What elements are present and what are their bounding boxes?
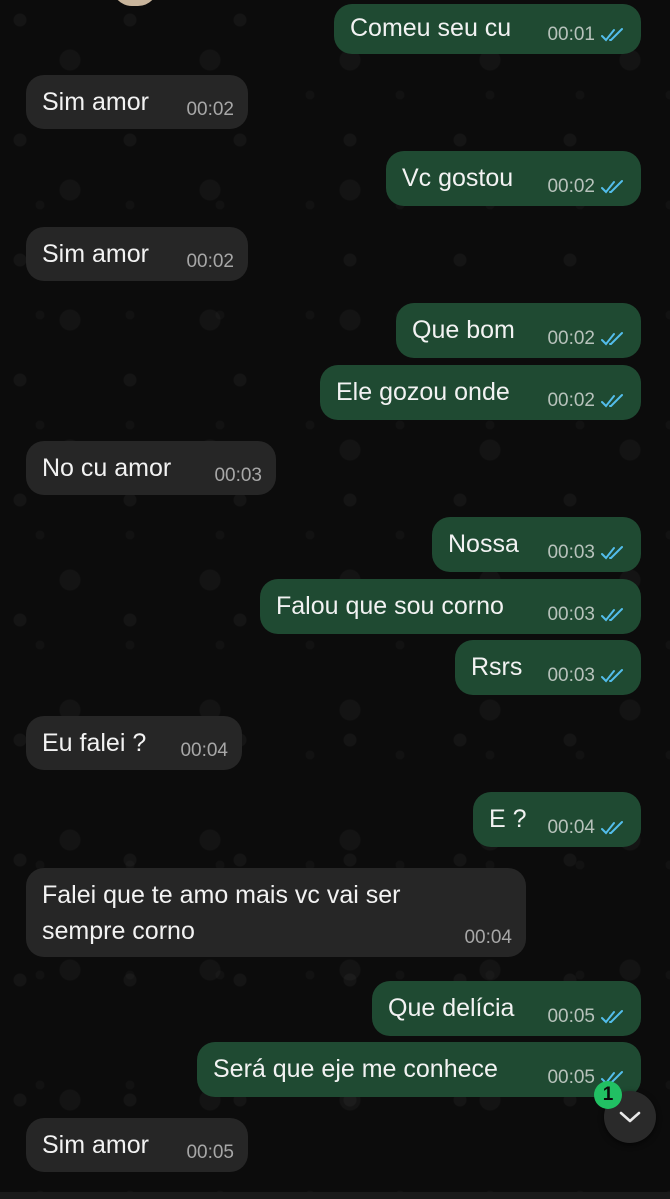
chat-background: Comeu seu cu 00:01 Sim amor 00:02 Vc gos…	[0, 0, 670, 1199]
read-ticks-icon	[601, 669, 623, 683]
message-bubble-outgoing[interactable]: Será que eje me conhece 00:05	[197, 1042, 641, 1097]
read-ticks-icon	[601, 608, 623, 622]
message-time: 00:04	[464, 927, 512, 948]
message-time: 00:05	[547, 1067, 595, 1088]
message-text: Ele gozou onde	[336, 378, 510, 406]
message-time: 00:04	[180, 740, 228, 761]
read-ticks-icon	[601, 394, 623, 408]
message-meta: 00:03	[214, 465, 262, 487]
message-text: Sim amor	[42, 1131, 149, 1159]
message-meta: 00:04	[547, 817, 627, 839]
message-bubble-incoming[interactable]: Sim amor 00:02	[26, 227, 248, 281]
message-bubble-outgoing[interactable]: Que delícia 00:05	[372, 981, 641, 1036]
message-time: 00:04	[547, 817, 595, 838]
message-bubble-outgoing[interactable]: Nossa 00:03	[432, 517, 641, 572]
message-text: No cu amor	[42, 454, 172, 482]
message-text: Falei que te amo mais vc vai ser sempre …	[42, 881, 401, 945]
message-text: Falou que sou corno	[276, 592, 504, 620]
message-bubble-outgoing[interactable]: Rsrs 00:03	[455, 640, 641, 695]
message-text: Nossa	[448, 530, 519, 558]
message-meta: 00:02	[186, 251, 234, 273]
message-meta: 00:04	[464, 927, 512, 949]
message-time: 00:03	[547, 542, 595, 563]
message-time: 00:05	[186, 1142, 234, 1163]
message-time: 00:02	[186, 99, 234, 120]
message-meta: 00:02	[547, 390, 627, 412]
chevron-down-icon	[619, 1111, 641, 1123]
message-text: Eu falei ?	[42, 729, 147, 757]
read-ticks-icon	[601, 28, 623, 42]
message-bubble-incoming[interactable]: No cu amor 00:03	[26, 441, 276, 495]
message-meta: 00:03	[547, 604, 627, 626]
message-text: Que bom	[412, 316, 515, 344]
read-ticks-icon	[601, 1010, 623, 1024]
message-time: 00:03	[547, 604, 595, 625]
message-meta: 00:02	[547, 328, 627, 350]
message-meta: 00:03	[547, 665, 627, 687]
message-time: 00:02	[186, 251, 234, 272]
message-time: 00:03	[547, 665, 595, 686]
message-meta: 00:04	[180, 740, 228, 762]
message-bubble-incoming[interactable]: Falei que te amo mais vc vai ser sempre …	[26, 868, 526, 957]
read-ticks-icon	[601, 546, 623, 560]
read-ticks-icon	[601, 821, 623, 835]
message-bubble-outgoing[interactable]: Que bom 00:02	[396, 303, 641, 358]
read-ticks-icon	[601, 180, 623, 194]
message-meta: 00:05	[186, 1142, 234, 1164]
message-meta: 00:05	[547, 1006, 627, 1028]
message-bubble-outgoing[interactable]: E ? 00:04	[473, 792, 641, 847]
message-bubble-incoming[interactable]: Sim amor 00:05	[26, 1118, 248, 1172]
message-time: 00:02	[547, 328, 595, 349]
message-time: 00:03	[214, 465, 262, 486]
message-bubble-incoming[interactable]: Sim amor 00:02	[26, 75, 248, 129]
message-text: E ?	[489, 805, 527, 833]
message-meta: 00:03	[547, 542, 627, 564]
message-time: 00:05	[547, 1006, 595, 1027]
message-time: 00:01	[547, 24, 595, 45]
message-text: Comeu seu cu	[350, 14, 512, 42]
read-ticks-icon	[601, 332, 623, 346]
message-time: 00:02	[547, 390, 595, 411]
input-bar-edge	[0, 1192, 670, 1199]
message-text: Rsrs	[471, 653, 523, 681]
message-time: 00:02	[547, 176, 595, 197]
unread-count-badge: 1	[594, 1081, 622, 1109]
message-text: Será que eje me conhece	[213, 1055, 498, 1083]
contact-avatar[interactable]	[112, 0, 158, 6]
message-meta: 00:01	[547, 24, 627, 46]
message-meta: 00:02	[547, 176, 627, 198]
message-text: Vc gostou	[402, 164, 514, 192]
message-bubble-outgoing[interactable]: Ele gozou onde 00:02	[320, 365, 641, 420]
message-text: Sim amor	[42, 240, 149, 268]
message-text: Sim amor	[42, 88, 149, 116]
message-bubble-outgoing[interactable]: Falou que sou corno 00:03	[260, 579, 641, 634]
message-meta: 00:02	[186, 99, 234, 121]
message-bubble-outgoing[interactable]: Comeu seu cu 00:01	[334, 4, 641, 54]
message-bubble-incoming[interactable]: Eu falei ? 00:04	[26, 716, 242, 770]
message-bubble-outgoing[interactable]: Vc gostou 00:02	[386, 151, 641, 206]
message-text: Que delícia	[388, 994, 515, 1022]
